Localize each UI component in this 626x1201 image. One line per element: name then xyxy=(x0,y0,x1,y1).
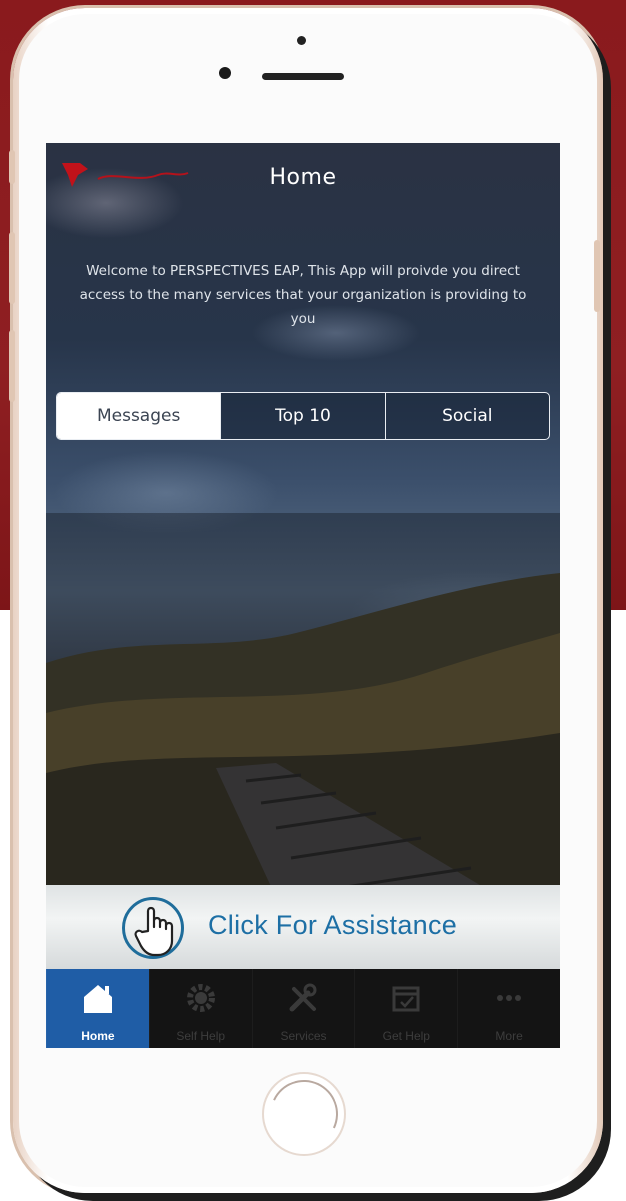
volume-down-button xyxy=(9,330,15,402)
segmented-control: Messages Top 10 Social xyxy=(56,392,550,440)
tab-bar: Home Self Help Services Get Help More xyxy=(46,969,560,1048)
tab-self-help-label: Self Help xyxy=(176,1029,226,1043)
tab-self-help[interactable]: Self Help xyxy=(148,969,252,1048)
gear-icon xyxy=(186,984,215,1012)
earpiece-speaker xyxy=(262,73,344,80)
tab-more-label: More xyxy=(495,1029,523,1043)
assistance-button[interactable]: Click For Assistance xyxy=(46,885,560,969)
tools-icon xyxy=(289,983,317,1012)
hand-pointer-icon xyxy=(134,906,174,957)
tab-get-help[interactable]: Get Help xyxy=(354,969,457,1048)
tab-more[interactable]: More xyxy=(457,969,560,1048)
assistance-label: Click For Assistance xyxy=(208,910,458,940)
power-button xyxy=(594,240,600,312)
home-button[interactable] xyxy=(262,1072,346,1156)
tab-services[interactable]: Services xyxy=(251,969,355,1048)
segment-messages[interactable]: Messages xyxy=(57,393,221,439)
tab-home[interactable]: Home xyxy=(46,969,149,1048)
volume-up-button xyxy=(9,232,15,304)
segment-social[interactable]: Social xyxy=(384,393,549,439)
proximity-sensor xyxy=(297,36,306,45)
front-camera xyxy=(219,67,231,79)
more-dots-icon xyxy=(497,995,522,1001)
page-title: Home xyxy=(269,165,337,190)
welcome-message: Welcome to PERSPECTIVES EAP, This App wi… xyxy=(79,263,527,327)
phone-screen: Home Welcome to PERSPECTIVES EAP, This A… xyxy=(46,143,560,1048)
tab-get-help-label: Get Help xyxy=(382,1029,430,1043)
calendar-icon xyxy=(392,986,420,1012)
tab-services-label: Services xyxy=(280,1029,327,1043)
tab-home-label: Home xyxy=(81,1029,115,1043)
house-icon xyxy=(83,985,112,1013)
segment-top-10[interactable]: Top 10 xyxy=(220,393,384,439)
mute-switch xyxy=(9,150,15,184)
